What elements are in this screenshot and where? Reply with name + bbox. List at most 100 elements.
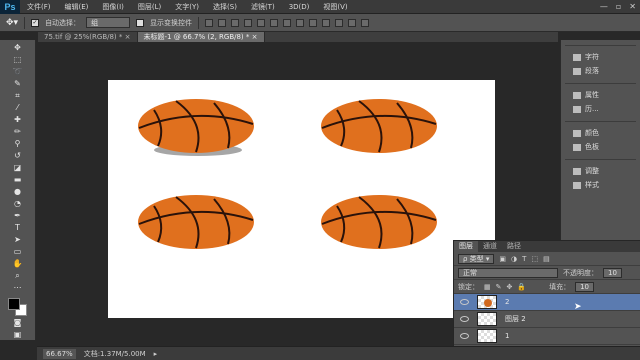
menu-image[interactable]: 图像(I) bbox=[95, 0, 131, 14]
tab-layers[interactable]: 图层 bbox=[454, 241, 478, 252]
status-menu-arrow-icon[interactable]: ▸ bbox=[154, 350, 158, 358]
opacity-input[interactable]: 10 bbox=[603, 267, 622, 278]
align-bottom-icon[interactable] bbox=[231, 18, 240, 27]
move-tool-icon[interactable]: ✥ bbox=[7, 42, 29, 54]
move-tool-icon[interactable]: ✥▾ bbox=[6, 18, 18, 28]
panel-adjustments[interactable]: 调整 bbox=[561, 164, 640, 178]
align-right-icon[interactable] bbox=[270, 18, 279, 27]
basketball-image[interactable] bbox=[319, 194, 439, 254]
lock-all-icon[interactable]: 🔒 bbox=[517, 283, 526, 291]
panel-paragraph[interactable]: 段落 bbox=[561, 64, 640, 78]
menu-3d[interactable]: 3D(D) bbox=[282, 0, 317, 14]
menu-type[interactable]: 文字(Y) bbox=[168, 0, 206, 14]
align-hcenter-icon[interactable] bbox=[257, 18, 266, 27]
layer-row[interactable]: 图层 2 bbox=[454, 311, 640, 328]
foreground-color-swatch[interactable] bbox=[7, 297, 20, 310]
align-top-icon[interactable] bbox=[205, 18, 214, 27]
align-left-icon[interactable] bbox=[244, 18, 253, 27]
document-canvas[interactable] bbox=[108, 80, 495, 318]
path-select-tool-icon[interactable]: ➤ bbox=[7, 234, 29, 246]
clone-stamp-tool-icon[interactable]: ⚲ bbox=[7, 138, 29, 150]
healing-tool-icon[interactable]: ✚ bbox=[7, 114, 29, 126]
visibility-eye-icon[interactable] bbox=[460, 299, 469, 305]
filter-smart-icon[interactable]: ▤ bbox=[543, 255, 550, 263]
menu-filter[interactable]: 滤镜(T) bbox=[244, 0, 282, 14]
show-transform-checkbox[interactable] bbox=[136, 18, 145, 27]
filter-adjust-icon[interactable]: ◑ bbox=[511, 255, 517, 263]
layer-filter-dropdown[interactable]: ρ 类型 ▾ bbox=[458, 253, 495, 264]
menu-layer[interactable]: 图层(L) bbox=[131, 0, 168, 14]
eraser-tool-icon[interactable]: ◪ bbox=[7, 162, 29, 174]
blur-tool-icon[interactable]: ● bbox=[7, 186, 29, 198]
close-tab-icon[interactable]: × bbox=[252, 33, 258, 41]
auto-select-checkbox[interactable]: ✓ bbox=[31, 18, 40, 27]
crop-tool-icon[interactable]: ⌗ bbox=[7, 90, 29, 102]
quick-mask-icon[interactable]: ◙ bbox=[7, 316, 29, 328]
layer-row[interactable]: 1 bbox=[454, 328, 640, 345]
minimize-button[interactable]: — bbox=[600, 0, 608, 14]
visibility-eye-icon[interactable] bbox=[460, 316, 469, 322]
tab-channels[interactable]: 通道 bbox=[478, 241, 502, 252]
filter-shape-icon[interactable]: ⬚ bbox=[531, 255, 538, 263]
color-swatches[interactable] bbox=[5, 297, 31, 316]
close-button[interactable]: ✕ bbox=[629, 0, 636, 14]
panel-history[interactable]: 历... bbox=[561, 102, 640, 116]
filter-type-icon[interactable]: T bbox=[522, 255, 526, 263]
dodge-tool-icon[interactable]: ◔ bbox=[7, 198, 29, 210]
distribute-hcenter-icon[interactable] bbox=[335, 18, 344, 27]
layer-name[interactable]: 1 bbox=[505, 332, 509, 340]
layer-row[interactable]: 2 bbox=[454, 294, 640, 311]
auto-align-icon[interactable] bbox=[361, 18, 370, 27]
basketball-image[interactable] bbox=[136, 98, 256, 158]
menu-select[interactable]: 选择(S) bbox=[206, 0, 244, 14]
lock-position-icon[interactable]: ✥ bbox=[507, 283, 513, 291]
pen-tool-icon[interactable]: ✒ bbox=[7, 210, 29, 222]
panel-color[interactable]: 颜色 bbox=[561, 126, 640, 140]
quick-select-tool-icon[interactable]: ✎ bbox=[7, 78, 29, 90]
eyedropper-tool-icon[interactable]: ⁄ bbox=[7, 102, 29, 114]
menu-view[interactable]: 视图(V) bbox=[316, 0, 354, 14]
history-brush-tool-icon[interactable]: ↺ bbox=[7, 150, 29, 162]
zoom-level[interactable]: 66.67% bbox=[43, 348, 76, 359]
visibility-eye-icon[interactable] bbox=[460, 333, 469, 339]
filter-pixel-icon[interactable]: ▣ bbox=[499, 255, 506, 263]
mouse-cursor-icon: ➤ bbox=[574, 302, 582, 312]
basketball-image[interactable] bbox=[319, 98, 439, 158]
close-tab-icon[interactable]: × bbox=[125, 33, 131, 41]
panel-character[interactable]: 字符 bbox=[561, 50, 640, 64]
marquee-tool-icon[interactable]: ⬚ bbox=[7, 54, 29, 66]
distribute-left-icon[interactable] bbox=[322, 18, 331, 27]
fill-input[interactable]: 10 bbox=[575, 281, 595, 292]
blend-mode-dropdown[interactable]: 正常 bbox=[458, 267, 558, 278]
lock-image-icon[interactable]: ✎ bbox=[496, 283, 502, 291]
menu-edit[interactable]: 编辑(E) bbox=[58, 0, 96, 14]
gradient-tool-icon[interactable]: ▬ bbox=[7, 174, 29, 186]
hand-tool-icon[interactable]: ✋ bbox=[7, 258, 29, 270]
panel-styles[interactable]: 样式 bbox=[561, 178, 640, 192]
menu-file[interactable]: 文件(F) bbox=[20, 0, 58, 14]
auto-select-dropdown[interactable]: 组 bbox=[86, 17, 131, 28]
restore-button[interactable]: ▫ bbox=[616, 0, 621, 14]
distribute-top-icon[interactable] bbox=[283, 18, 292, 27]
panel-properties[interactable]: 属性 bbox=[561, 88, 640, 102]
lock-transparent-icon[interactable]: ▦ bbox=[484, 283, 491, 291]
basketball-image[interactable] bbox=[136, 194, 256, 254]
type-tool-icon[interactable]: T bbox=[7, 222, 29, 234]
tab-75-tif[interactable]: 75.tif @ 25%(RGB/8) * × bbox=[38, 32, 138, 42]
more-tools-icon[interactable]: ⋯ bbox=[7, 282, 29, 294]
tab-untitled-1[interactable]: 未标题-1 @ 66.7% (2, RGB/8) * × bbox=[137, 32, 265, 42]
zoom-tool-icon[interactable]: ⌕ bbox=[7, 270, 29, 282]
doc-size[interactable]: 文档:1.37M/5.00M bbox=[84, 349, 146, 359]
brush-tool-icon[interactable]: ✏ bbox=[7, 126, 29, 138]
distribute-vcenter-icon[interactable] bbox=[296, 18, 305, 27]
shape-tool-icon[interactable]: ▭ bbox=[7, 246, 29, 258]
tab-paths[interactable]: 路径 bbox=[502, 241, 526, 252]
layer-name[interactable]: 图层 2 bbox=[505, 314, 526, 324]
distribute-bottom-icon[interactable] bbox=[309, 18, 318, 27]
panel-swatches[interactable]: 色板 bbox=[561, 140, 640, 154]
lasso-tool-icon[interactable]: ➰ bbox=[7, 66, 29, 78]
layer-name[interactable]: 2 bbox=[505, 298, 509, 306]
align-vcenter-icon[interactable] bbox=[218, 18, 227, 27]
distribute-right-icon[interactable] bbox=[348, 18, 357, 27]
screen-mode-icon[interactable]: ▣ bbox=[7, 328, 29, 340]
